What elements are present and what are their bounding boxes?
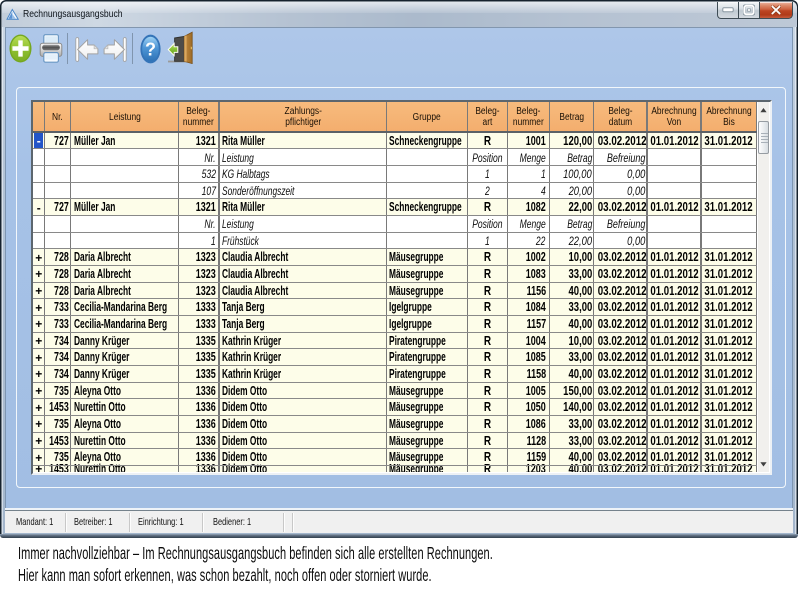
svg-text:?: ? [145,39,156,59]
